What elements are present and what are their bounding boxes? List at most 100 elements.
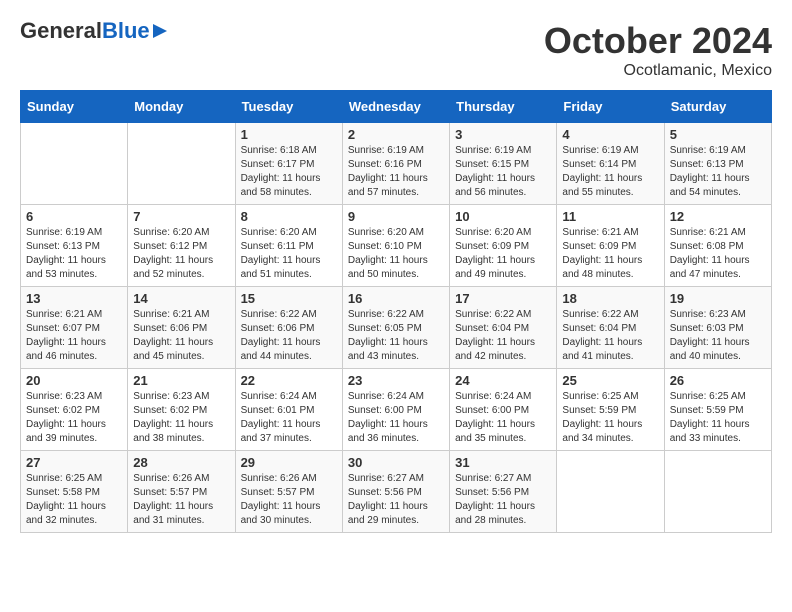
calendar-cell: 21 Sunrise: 6:23 AM Sunset: 6:02 PM Dayli…: [128, 369, 235, 451]
day-info: Sunrise: 6:27 AM Sunset: 5:56 PM Dayligh…: [348, 472, 444, 528]
day-info: Sunrise: 6:23 AM Sunset: 6:03 PM Dayligh…: [670, 308, 766, 364]
day-number: 19: [670, 291, 766, 306]
calendar-cell: 1 Sunrise: 6:18 AM Sunset: 6:17 PM Daylig…: [235, 123, 342, 205]
day-number: 5: [670, 127, 766, 142]
weekday-header-thursday: Thursday: [450, 91, 557, 123]
weekday-header-sunday: Sunday: [21, 91, 128, 123]
day-number: 9: [348, 209, 444, 224]
day-number: 17: [455, 291, 551, 306]
day-info: Sunrise: 6:24 AM Sunset: 6:00 PM Dayligh…: [455, 390, 551, 446]
day-number: 15: [241, 291, 337, 306]
day-info: Sunrise: 6:20 AM Sunset: 6:09 PM Dayligh…: [455, 226, 551, 282]
day-number: 13: [26, 291, 122, 306]
logo-general: General: [20, 18, 102, 43]
calendar-cell: [128, 123, 235, 205]
location-title: Ocotlamanic, Mexico: [544, 62, 772, 80]
weekday-header-wednesday: Wednesday: [342, 91, 449, 123]
day-info: Sunrise: 6:26 AM Sunset: 5:57 PM Dayligh…: [133, 472, 229, 528]
day-number: 21: [133, 373, 229, 388]
day-info: Sunrise: 6:22 AM Sunset: 6:06 PM Dayligh…: [241, 308, 337, 364]
day-info: Sunrise: 6:19 AM Sunset: 6:13 PM Dayligh…: [26, 226, 122, 282]
weekday-header-monday: Monday: [128, 91, 235, 123]
day-number: 8: [241, 209, 337, 224]
calendar-cell: 23 Sunrise: 6:24 AM Sunset: 6:00 PM Dayli…: [342, 369, 449, 451]
title-section: October 2024 Ocotlamanic, Mexico: [544, 20, 772, 80]
day-number: 7: [133, 209, 229, 224]
day-info: Sunrise: 6:25 AM Sunset: 5:59 PM Dayligh…: [562, 390, 658, 446]
day-number: 12: [670, 209, 766, 224]
calendar-cell: 27 Sunrise: 6:25 AM Sunset: 5:58 PM Dayli…: [21, 451, 128, 533]
day-info: Sunrise: 6:27 AM Sunset: 5:56 PM Dayligh…: [455, 472, 551, 528]
calendar-cell: 20 Sunrise: 6:23 AM Sunset: 6:02 PM Dayli…: [21, 369, 128, 451]
calendar-cell: [21, 123, 128, 205]
day-number: 24: [455, 373, 551, 388]
calendar-cell: 5 Sunrise: 6:19 AM Sunset: 6:13 PM Daylig…: [664, 123, 771, 205]
calendar-cell: 16 Sunrise: 6:22 AM Sunset: 6:05 PM Dayli…: [342, 287, 449, 369]
day-info: Sunrise: 6:21 AM Sunset: 6:07 PM Dayligh…: [26, 308, 122, 364]
day-info: Sunrise: 6:24 AM Sunset: 6:01 PM Dayligh…: [241, 390, 337, 446]
day-number: 28: [133, 455, 229, 470]
week-row-2: 6 Sunrise: 6:19 AM Sunset: 6:13 PM Daylig…: [21, 205, 772, 287]
weekday-header-tuesday: Tuesday: [235, 91, 342, 123]
calendar-cell: 4 Sunrise: 6:19 AM Sunset: 6:14 PM Daylig…: [557, 123, 664, 205]
day-info: Sunrise: 6:21 AM Sunset: 6:08 PM Dayligh…: [670, 226, 766, 282]
day-info: Sunrise: 6:20 AM Sunset: 6:11 PM Dayligh…: [241, 226, 337, 282]
day-info: Sunrise: 6:25 AM Sunset: 5:58 PM Dayligh…: [26, 472, 122, 528]
day-info: Sunrise: 6:20 AM Sunset: 6:12 PM Dayligh…: [133, 226, 229, 282]
day-number: 29: [241, 455, 337, 470]
calendar-cell: 10Sunrise: 6:20 AM Sunset: 6:09 PM Dayli…: [450, 205, 557, 287]
day-info: Sunrise: 6:25 AM Sunset: 5:59 PM Dayligh…: [670, 390, 766, 446]
calendar-cell: 15 Sunrise: 6:22 AM Sunset: 6:06 PM Dayli…: [235, 287, 342, 369]
day-info: Sunrise: 6:23 AM Sunset: 6:02 PM Dayligh…: [133, 390, 229, 446]
week-row-5: 27 Sunrise: 6:25 AM Sunset: 5:58 PM Dayli…: [21, 451, 772, 533]
day-info: Sunrise: 6:22 AM Sunset: 6:05 PM Dayligh…: [348, 308, 444, 364]
day-info: Sunrise: 6:26 AM Sunset: 5:57 PM Dayligh…: [241, 472, 337, 528]
calendar-cell: 30 Sunrise: 6:27 AM Sunset: 5:56 PM Dayli…: [342, 451, 449, 533]
calendar-cell: 25Sunrise: 6:25 AM Sunset: 5:59 PM Dayli…: [557, 369, 664, 451]
day-number: 31: [455, 455, 551, 470]
day-number: 20: [26, 373, 122, 388]
day-number: 26: [670, 373, 766, 388]
calendar-cell: 6 Sunrise: 6:19 AM Sunset: 6:13 PM Daylig…: [21, 205, 128, 287]
day-info: Sunrise: 6:23 AM Sunset: 6:02 PM Dayligh…: [26, 390, 122, 446]
calendar-cell: 26 Sunrise: 6:25 AM Sunset: 5:59 PM Dayli…: [664, 369, 771, 451]
day-info: Sunrise: 6:19 AM Sunset: 6:13 PM Dayligh…: [670, 144, 766, 200]
day-info: Sunrise: 6:19 AM Sunset: 6:14 PM Dayligh…: [562, 144, 658, 200]
calendar-cell: 24 Sunrise: 6:24 AM Sunset: 6:00 PM Dayli…: [450, 369, 557, 451]
day-number: 16: [348, 291, 444, 306]
logo: GeneralBlue: [20, 20, 167, 42]
day-info: Sunrise: 6:21 AM Sunset: 6:06 PM Dayligh…: [133, 308, 229, 364]
day-info: Sunrise: 6:20 AM Sunset: 6:10 PM Dayligh…: [348, 226, 444, 282]
calendar-cell: 28 Sunrise: 6:26 AM Sunset: 5:57 PM Dayli…: [128, 451, 235, 533]
day-number: 11: [562, 209, 658, 224]
day-info: Sunrise: 6:18 AM Sunset: 6:17 PM Dayligh…: [241, 144, 337, 200]
day-number: 18: [562, 291, 658, 306]
day-number: 6: [26, 209, 122, 224]
weekday-header-saturday: Saturday: [664, 91, 771, 123]
day-info: Sunrise: 6:24 AM Sunset: 6:00 PM Dayligh…: [348, 390, 444, 446]
logo-text: GeneralBlue: [20, 20, 150, 42]
day-info: Sunrise: 6:22 AM Sunset: 6:04 PM Dayligh…: [455, 308, 551, 364]
day-number: 30: [348, 455, 444, 470]
day-number: 23: [348, 373, 444, 388]
calendar-cell: 29 Sunrise: 6:26 AM Sunset: 5:57 PM Dayli…: [235, 451, 342, 533]
week-row-3: 13 Sunrise: 6:21 AM Sunset: 6:07 PM Dayli…: [21, 287, 772, 369]
calendar-cell: 3Sunrise: 6:19 AM Sunset: 6:15 PM Daylig…: [450, 123, 557, 205]
day-number: 3: [455, 127, 551, 142]
calendar-cell: 18 Sunrise: 6:22 AM Sunset: 6:04 PM Dayli…: [557, 287, 664, 369]
week-row-1: 1 Sunrise: 6:18 AM Sunset: 6:17 PM Daylig…: [21, 123, 772, 205]
calendar-cell: 19 Sunrise: 6:23 AM Sunset: 6:03 PM Dayli…: [664, 287, 771, 369]
calendar-cell: 17 Sunrise: 6:22 AM Sunset: 6:04 PM Dayli…: [450, 287, 557, 369]
day-info: Sunrise: 6:21 AM Sunset: 6:09 PM Dayligh…: [562, 226, 658, 282]
day-number: 22: [241, 373, 337, 388]
month-title: October 2024: [544, 20, 772, 62]
day-number: 27: [26, 455, 122, 470]
calendar-cell: 7 Sunrise: 6:20 AM Sunset: 6:12 PM Daylig…: [128, 205, 235, 287]
calendar-cell: 9 Sunrise: 6:20 AM Sunset: 6:10 PM Daylig…: [342, 205, 449, 287]
calendar-cell: 13 Sunrise: 6:21 AM Sunset: 6:07 PM Dayli…: [21, 287, 128, 369]
day-info: Sunrise: 6:22 AM Sunset: 6:04 PM Dayligh…: [562, 308, 658, 364]
day-number: 1: [241, 127, 337, 142]
day-number: 4: [562, 127, 658, 142]
calendar-table: SundayMondayTuesdayWednesdayThursdayFrid…: [20, 90, 772, 533]
calendar-cell: 8 Sunrise: 6:20 AM Sunset: 6:11 PM Daylig…: [235, 205, 342, 287]
